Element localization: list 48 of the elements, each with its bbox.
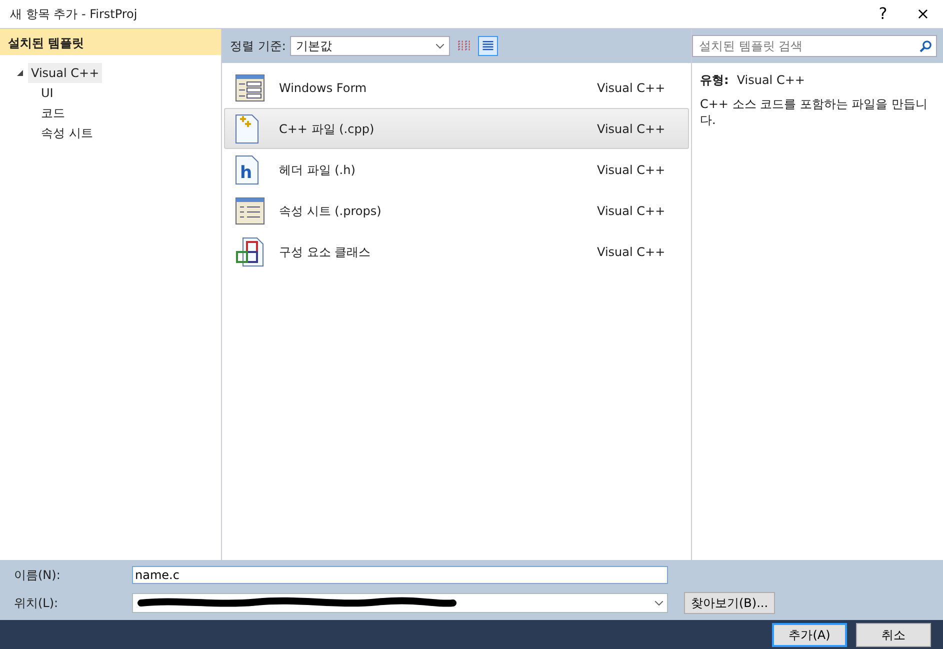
template-language: Visual C++ bbox=[597, 80, 666, 96]
template-name: C++ 파일 (.cpp) bbox=[279, 120, 376, 138]
dropdown-caret-icon bbox=[436, 44, 444, 48]
form-template-icon bbox=[235, 74, 265, 102]
template-row[interactable]: C++ 파일 (.cpp) Visual C++ bbox=[224, 108, 689, 149]
tree-item[interactable]: Visual C++ bbox=[28, 63, 102, 83]
sort-label: 정렬 기준: bbox=[230, 38, 286, 55]
list-view-icon bbox=[480, 39, 495, 53]
collapse-arrow-icon[interactable] bbox=[16, 69, 24, 77]
dropdown-caret-icon bbox=[655, 600, 663, 606]
sort-dropdown[interactable]: 기본값 bbox=[290, 36, 450, 56]
template-language: Visual C++ bbox=[597, 162, 666, 178]
window-title: 새 항목 추가 - FirstProj bbox=[10, 6, 138, 23]
panel-header: 설치된 템플릿 bbox=[0, 29, 221, 55]
tree-item[interactable]: 속성 시트 bbox=[38, 123, 96, 143]
browse-button[interactable]: 찾아보기(B)... bbox=[684, 592, 776, 614]
property-sheet-icon bbox=[235, 196, 265, 224]
name-field[interactable]: name.c bbox=[132, 566, 668, 584]
location-dropdown[interactable] bbox=[132, 593, 668, 613]
close-button[interactable]: × bbox=[903, 0, 943, 28]
template-language: Visual C++ bbox=[597, 244, 666, 260]
template-row[interactable]: 속성 시트 (.props) Visual C++ bbox=[224, 190, 689, 231]
template-name: Windows Form bbox=[279, 80, 368, 96]
help-button[interactable]: ? bbox=[863, 0, 903, 28]
template-name: 구성 요소 클래스 bbox=[279, 244, 372, 260]
template-language: Visual C++ bbox=[597, 202, 666, 220]
template-row[interactable]: h 헤더 파일 (.h) Visual C++ bbox=[224, 149, 689, 190]
template-row[interactable]: Windows Form Visual C++ bbox=[224, 67, 689, 108]
tree-item[interactable]: UI bbox=[38, 83, 56, 103]
list-view-button[interactable] bbox=[478, 36, 498, 56]
cancel-button[interactable]: 취소 bbox=[856, 622, 931, 646]
search-box[interactable]: 설치된 템플릿 검색 bbox=[692, 35, 937, 57]
cpp-file-icon bbox=[235, 114, 259, 144]
template-language: Visual C++ bbox=[597, 120, 666, 138]
template-name: 헤더 파일 (.h) bbox=[279, 162, 356, 178]
type-label: 유형: bbox=[700, 73, 729, 87]
header-file-icon: h bbox=[235, 154, 259, 184]
type-value: Visual C++ bbox=[736, 73, 805, 87]
add-button[interactable]: 추가(A) bbox=[772, 622, 847, 646]
component-class-icon bbox=[235, 236, 265, 266]
tree-item[interactable]: 코드 bbox=[38, 103, 68, 123]
name-label: 이름(N): bbox=[14, 567, 62, 584]
template-row[interactable]: 구성 요소 클래스 Visual C++ bbox=[224, 231, 689, 272]
template-name: 속성 시트 (.props) bbox=[279, 202, 382, 220]
search-icon bbox=[919, 40, 932, 52]
template-description: C++ 소스 코드를 포함하는 파일을 만듭니다. bbox=[700, 97, 929, 128]
grid-view-icon bbox=[456, 39, 471, 53]
location-label: 위치(L): bbox=[14, 595, 60, 612]
